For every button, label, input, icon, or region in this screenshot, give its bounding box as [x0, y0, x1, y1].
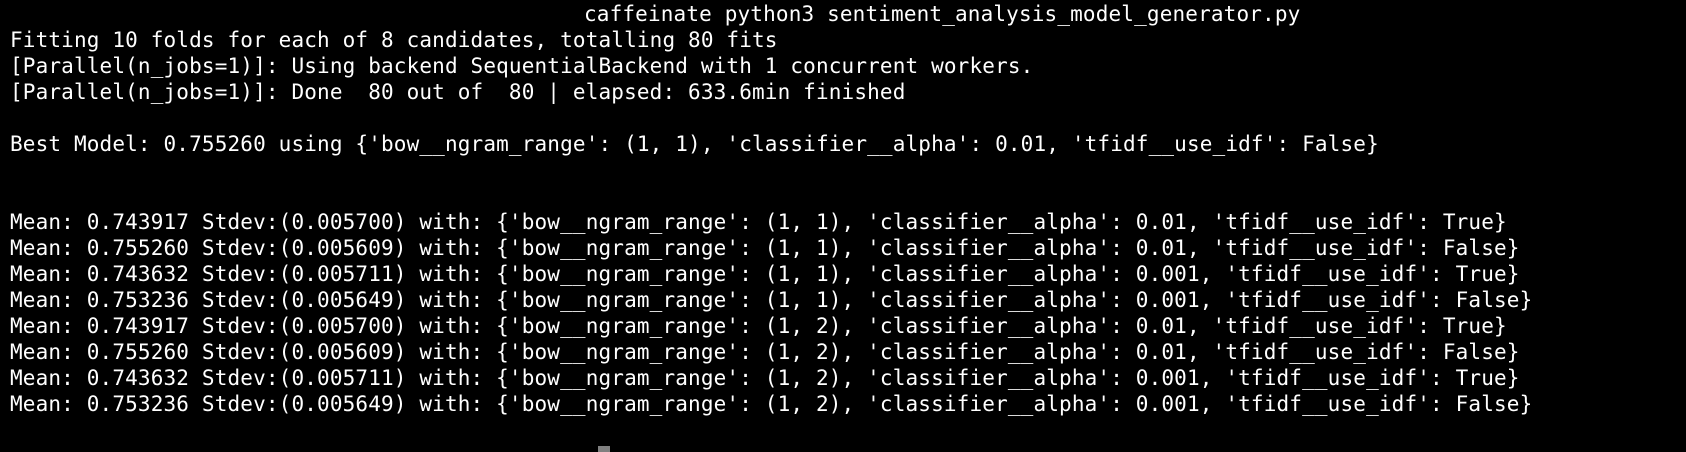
terminal-cursor — [598, 446, 610, 452]
output-line-result: Mean: 0.753236 Stdev:(0.005649) with: {'… — [10, 392, 1533, 416]
output-line-result: Mean: 0.755260 Stdev:(0.005609) with: {'… — [10, 236, 1520, 260]
output-line-fitting: Fitting 10 folds for each of 8 candidate… — [10, 28, 778, 52]
output-line-result: Mean: 0.743632 Stdev:(0.005711) with: {'… — [10, 366, 1520, 390]
output-line-best-model: Best Model: 0.755260 using {'bow__ngram_… — [10, 132, 1379, 156]
output-line-parallel-backend: [Parallel(n_jobs=1)]: Using backend Sequ… — [10, 54, 1034, 78]
output-line-result: Mean: 0.743632 Stdev:(0.005711) with: {'… — [10, 262, 1520, 286]
output-line-result: Mean: 0.743917 Stdev:(0.005700) with: {'… — [10, 314, 1507, 338]
output-line-result: Mean: 0.743917 Stdev:(0.005700) with: {'… — [10, 210, 1507, 234]
output-line-parallel-done: [Parallel(n_jobs=1)]: Done 80 out of 80 … — [10, 80, 906, 104]
output-line-result: Mean: 0.753236 Stdev:(0.005649) with: {'… — [10, 288, 1533, 312]
terminal-window[interactable]: caffeinate python3 sentiment_analysis_mo… — [0, 0, 1686, 452]
terminal-command: caffeinate python3 sentiment_analysis_mo… — [584, 2, 1301, 26]
output-line-result: Mean: 0.755260 Stdev:(0.005609) with: {'… — [10, 340, 1520, 364]
redacted-prompt — [0, 0, 576, 28]
